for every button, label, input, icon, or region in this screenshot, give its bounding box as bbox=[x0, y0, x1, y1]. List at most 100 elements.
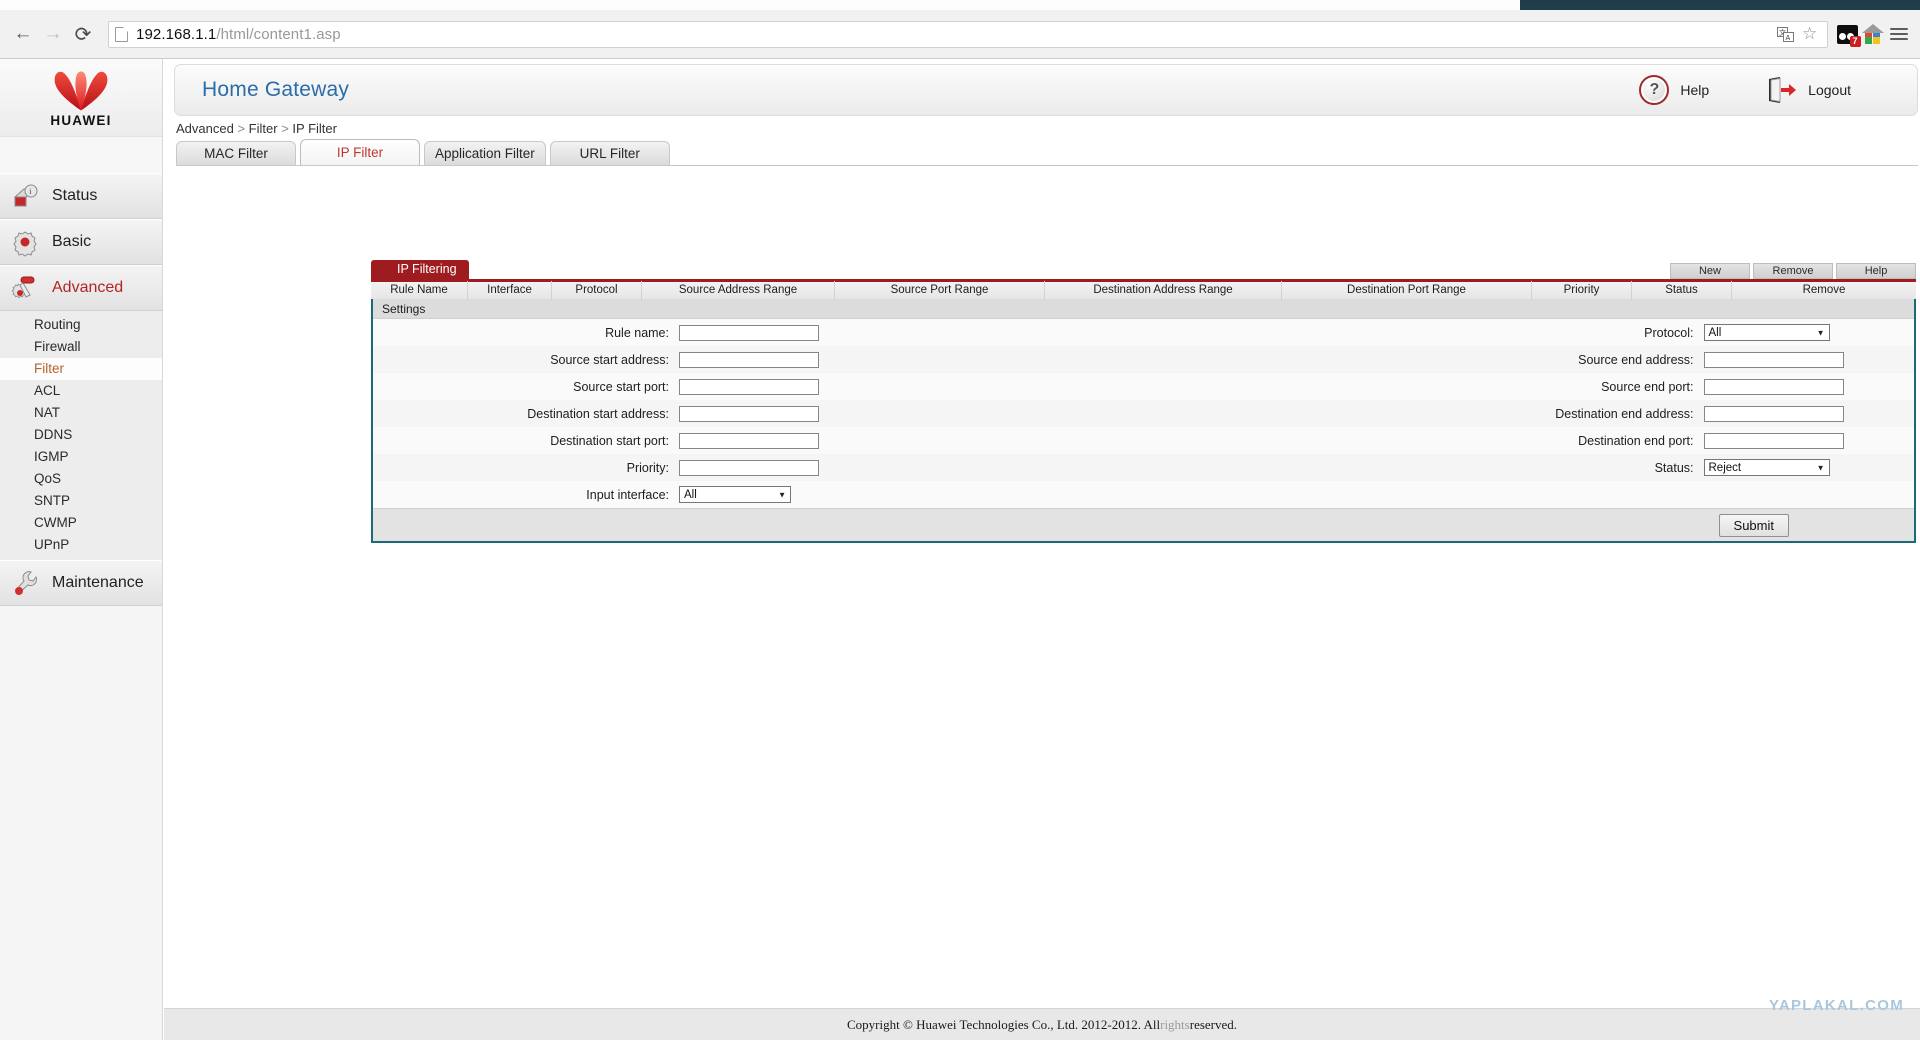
sidebar-item-basic[interactable]: Basic bbox=[0, 219, 162, 265]
form-row: Input interface: All ▼ bbox=[373, 481, 1914, 508]
form-row: Rule name: Protocol: All ▼ bbox=[373, 319, 1914, 346]
form-row: Destination start port: Destination end … bbox=[373, 427, 1914, 454]
col-remove: Remove bbox=[1802, 284, 1846, 296]
col-dest-port: Destination Port Range bbox=[1282, 281, 1532, 300]
tab-underline bbox=[176, 165, 1918, 166]
logout-button[interactable]: Logout bbox=[1767, 77, 1851, 103]
hamburger-menu-icon bbox=[1890, 28, 1908, 40]
label-destination-start-address: Destination start address: bbox=[527, 406, 669, 421]
router-admin-page: HUAWEI i Status Basic Advanced Routing F… bbox=[0, 59, 1920, 1040]
col-interface: Interface bbox=[468, 281, 552, 300]
svg-text:A: A bbox=[1786, 35, 1791, 42]
forward-arrow-icon[interactable]: → bbox=[38, 19, 68, 49]
input-destination-end-port[interactable] bbox=[1703, 432, 1844, 449]
bookmark-star-icon[interactable]: ☆ bbox=[1802, 25, 1819, 43]
sidebar-subitem-igmp[interactable]: IGMP bbox=[0, 446, 162, 468]
status-icon: i bbox=[13, 184, 38, 207]
tab-ip-filter[interactable]: IP Filter bbox=[300, 139, 420, 165]
input-priority[interactable] bbox=[679, 459, 819, 476]
sidebar-subitem-upnp[interactable]: UPnP bbox=[0, 534, 162, 556]
input-source-end-address[interactable] bbox=[1703, 351, 1844, 368]
help-button[interactable]: ? Help bbox=[1639, 75, 1709, 105]
url-host: 192.168.1.1 bbox=[136, 25, 217, 43]
input-destination-start-address[interactable] bbox=[679, 405, 819, 422]
tab-url-filter[interactable]: URL Filter bbox=[549, 141, 670, 165]
label-source-end-address: Source end address: bbox=[1578, 352, 1694, 367]
new-button[interactable]: New bbox=[1670, 263, 1750, 279]
sidebar-subitem-acl[interactable]: ACL bbox=[0, 380, 162, 402]
breadcrumb-sep-2: > bbox=[281, 121, 289, 136]
submit-row: Submit bbox=[373, 508, 1914, 541]
form-cell-left: Input interface: All ▼ bbox=[373, 486, 1144, 503]
sidebar-label-advanced: Advanced bbox=[52, 279, 124, 296]
breadcrumb-advanced[interactable]: Advanced bbox=[176, 121, 234, 136]
form-cell-right: Source end address: bbox=[1144, 351, 1915, 368]
label-source-end-port: Source end port: bbox=[1601, 379, 1694, 394]
page-title: Home Gateway bbox=[202, 78, 350, 101]
input-destination-end-address[interactable] bbox=[1703, 405, 1844, 422]
extension-button[interactable]: 7 bbox=[1834, 21, 1861, 47]
sidebar-subitem-qos[interactable]: QoS bbox=[0, 468, 162, 490]
sidebar-subitem-sntp[interactable]: SNTP bbox=[0, 490, 162, 512]
label-destination-end-address: Destination end address: bbox=[1555, 406, 1694, 421]
footer: Copyright © Huawei Technologies Co., Ltd… bbox=[164, 1008, 1920, 1040]
submit-button[interactable]: Submit bbox=[1718, 513, 1789, 537]
home-button[interactable] bbox=[1860, 21, 1886, 47]
sidebar-subitem-ddns[interactable]: DDNS bbox=[0, 424, 162, 446]
reload-icon[interactable]: ⟳ bbox=[68, 19, 98, 49]
translate-icon[interactable]: 文 A bbox=[1777, 26, 1794, 42]
input-source-start-address[interactable] bbox=[679, 351, 819, 368]
input-source-start-port[interactable] bbox=[679, 378, 819, 395]
select-status[interactable]: Reject ▼ bbox=[1703, 459, 1830, 476]
breadcrumb-ip-filter: IP Filter bbox=[292, 121, 337, 136]
col-dest-address: Destination Address Range bbox=[1045, 281, 1282, 300]
tab-mac-filter[interactable]: MAC Filter bbox=[176, 141, 296, 165]
input-destination-start-port[interactable] bbox=[679, 432, 819, 449]
home-icon bbox=[1862, 24, 1884, 44]
label-destination-start-port: Destination start port: bbox=[550, 433, 669, 448]
form-cell-right: Destination end port: bbox=[1144, 432, 1915, 449]
active-browser-tab[interactable] bbox=[0, 0, 1520, 10]
sidebar-item-advanced[interactable]: Advanced bbox=[0, 265, 162, 311]
browser-menu-button[interactable] bbox=[1886, 21, 1912, 47]
panel-help-button[interactable]: Help bbox=[1836, 263, 1916, 279]
input-source-end-port[interactable] bbox=[1703, 378, 1844, 395]
chevron-down-icon: ▼ bbox=[778, 490, 786, 499]
sidebar-subitem-firewall[interactable]: Firewall bbox=[0, 336, 162, 358]
page-header-bar: Home Gateway ? Help Logout bbox=[174, 64, 1918, 116]
door-exit-icon bbox=[1767, 77, 1797, 103]
sidebar-subitem-routing[interactable]: Routing bbox=[0, 314, 162, 336]
remove-button[interactable]: Remove bbox=[1753, 263, 1833, 279]
tab-application-filter[interactable]: Application Filter bbox=[424, 141, 546, 165]
url-path: /html/content1.asp bbox=[216, 25, 341, 43]
sidebar-item-maintenance[interactable]: Maintenance bbox=[0, 560, 162, 606]
label-source-start-port: Source start port: bbox=[573, 379, 669, 394]
browser-tab-strip[interactable] bbox=[0, 0, 1920, 10]
back-arrow-icon[interactable]: ← bbox=[8, 19, 38, 49]
sidebar-subitem-filter[interactable]: Filter bbox=[0, 358, 162, 380]
col-protocol: Protocol bbox=[552, 281, 642, 300]
sidebar-subitem-nat[interactable]: NAT bbox=[0, 402, 162, 424]
sidebar-label-basic: Basic bbox=[52, 233, 92, 250]
label-input-interface: Input interface: bbox=[586, 487, 669, 502]
breadcrumb-filter[interactable]: Filter bbox=[249, 121, 278, 136]
settings-section-label: Settings bbox=[373, 299, 1914, 319]
form-cell-left: Destination start port: bbox=[373, 432, 1144, 449]
form-cell-right: Destination end address: bbox=[1144, 405, 1915, 422]
sidebar-subitem-cwmp[interactable]: CWMP bbox=[0, 512, 162, 534]
label-priority: Priority: bbox=[626, 460, 669, 475]
chevron-down-icon: ▼ bbox=[1816, 463, 1825, 472]
input-rule-name[interactable] bbox=[679, 324, 819, 341]
url-text: 192.168.1.1/html/content1.asp bbox=[136, 26, 341, 43]
huawei-logo: HUAWEI bbox=[0, 59, 162, 137]
sidebar-item-status[interactable]: i Status bbox=[0, 173, 162, 219]
url-address-bar[interactable]: 192.168.1.1/html/content1.asp 文 A ☆ bbox=[108, 20, 1828, 48]
omnibox-actions: 文 A ☆ bbox=[1777, 25, 1821, 43]
col-status: Status bbox=[1632, 281, 1732, 300]
advanced-icon bbox=[11, 276, 35, 299]
form-row: Priority: Status: Reject ▼ bbox=[373, 454, 1914, 481]
select-protocol[interactable]: All ▼ bbox=[1703, 324, 1830, 341]
huawei-flower-icon bbox=[54, 70, 108, 111]
select-input-interface[interactable]: All ▼ bbox=[679, 486, 791, 503]
question-mark-icon: ? bbox=[1639, 75, 1670, 105]
